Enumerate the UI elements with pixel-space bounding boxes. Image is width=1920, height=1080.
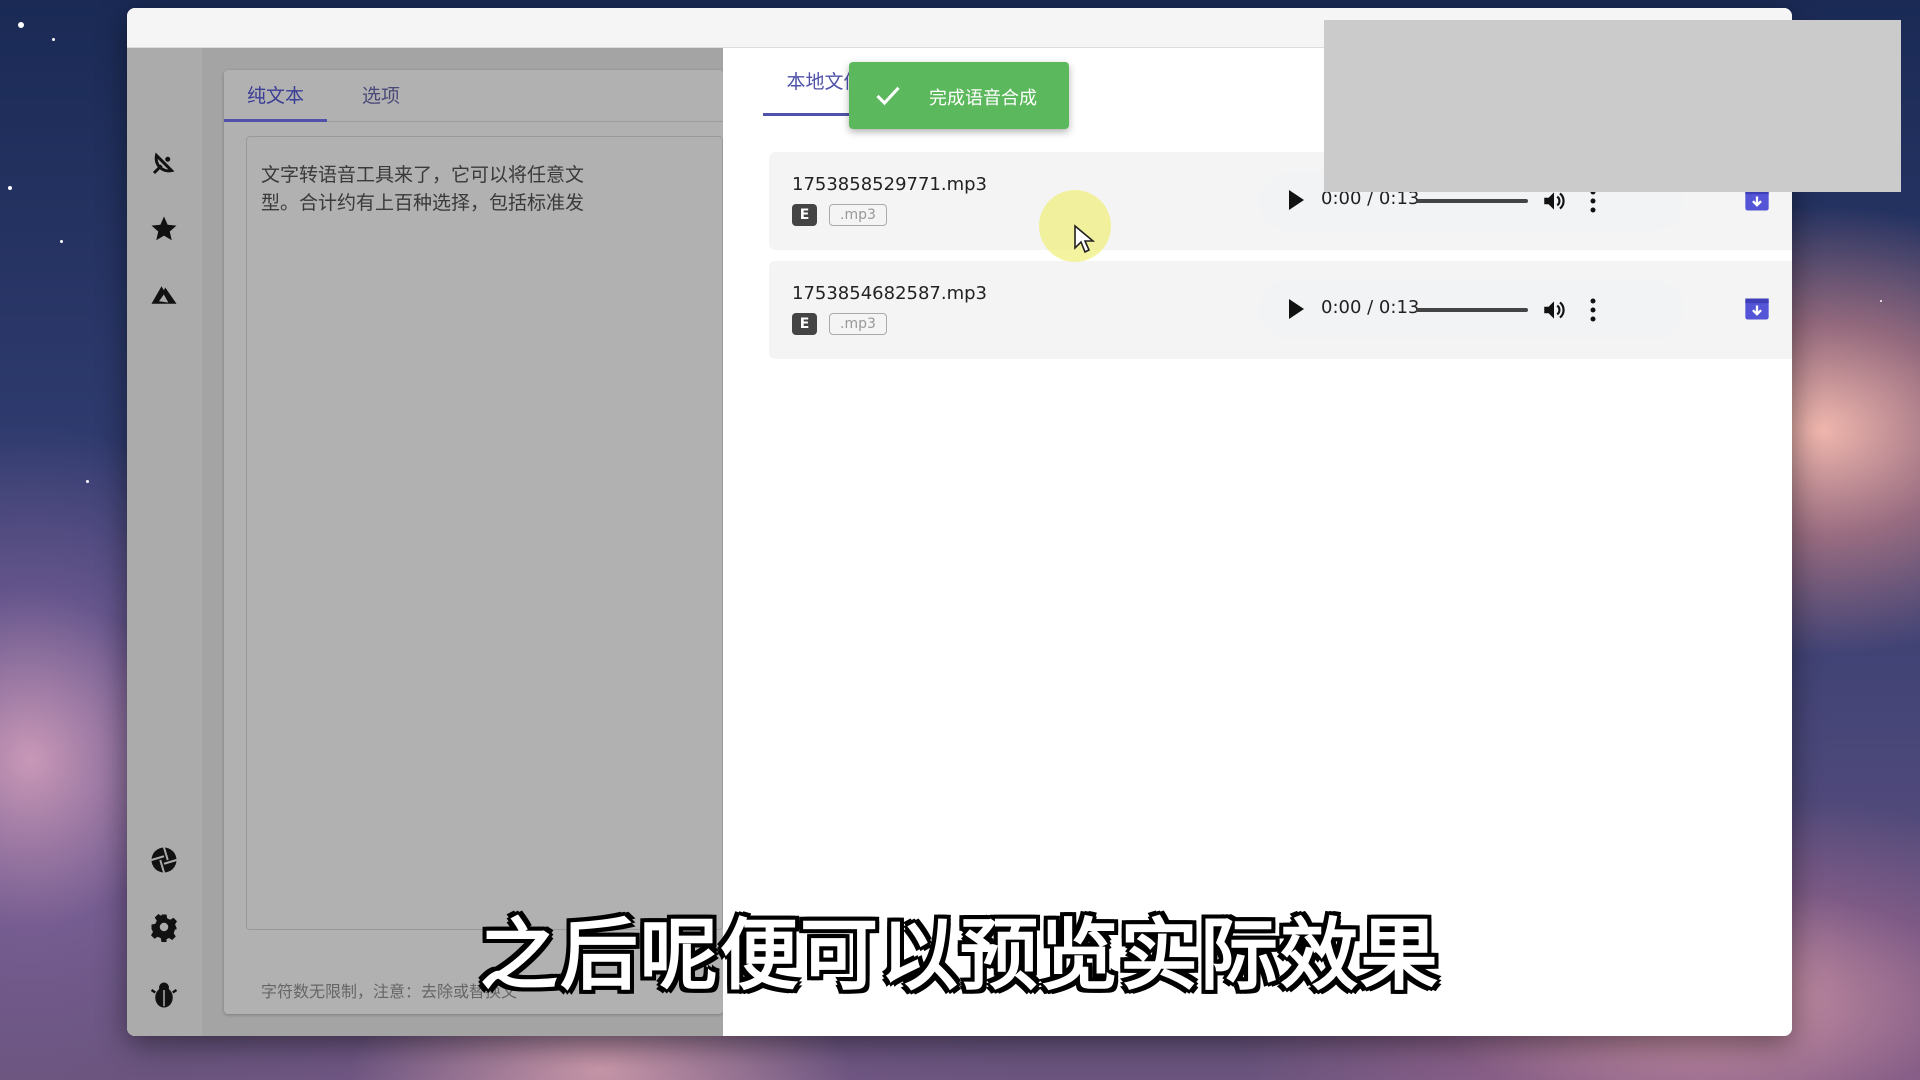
encoding-badge: E [792, 313, 817, 335]
download-icon[interactable] [1743, 295, 1771, 323]
check-icon [876, 86, 900, 106]
aperture-icon[interactable] [147, 843, 181, 877]
success-toast: 完成语音合成 [849, 62, 1069, 129]
star-dot [86, 480, 89, 483]
star-dot [18, 22, 24, 28]
editor-area: 纯文本 选项 文字转语音工具来了，它可以将任意文 型。合计约有上百种选择，包括标… [202, 48, 723, 1036]
satellite-icon[interactable] [147, 146, 181, 180]
file-name: 1753858529771.mp3 [792, 174, 988, 195]
star-dot [8, 186, 12, 190]
file-drawer: 本地文件 远程合成 1753858529771.mp3 E .mp3 0:00 … [723, 48, 1792, 1036]
text-line: 型。合计约有上百种选择，包括标准发 [261, 192, 585, 214]
sidebar [127, 48, 202, 1036]
file-row: 1753854682587.mp3 E .mp3 0:00 / 0:13 [769, 261, 1792, 359]
play-icon[interactable] [1289, 190, 1304, 210]
extension-badge: .mp3 [829, 204, 887, 226]
extension-badge: .mp3 [829, 313, 887, 335]
file-name: 1753854682587.mp3 [792, 283, 988, 304]
star-icon[interactable] [147, 212, 181, 246]
star-dot [1880, 300, 1882, 302]
video-subtitle: 之后呢便可以预览实际效果 [479, 911, 1440, 1001]
tab-plain-text[interactable]: 纯文本 [224, 70, 327, 122]
star-dot [60, 240, 63, 243]
volume-icon[interactable] [1541, 297, 1567, 323]
occlusion-block [1324, 20, 1901, 192]
audio-player: 0:00 / 0:13 [1259, 281, 1684, 339]
encoding-badge: E [792, 204, 817, 226]
more-icon[interactable] [1589, 297, 1597, 323]
play-icon[interactable] [1289, 299, 1304, 319]
toast-message: 完成语音合成 [929, 88, 1037, 109]
azure-icon[interactable] [147, 278, 181, 312]
text-input[interactable]: 文字转语音工具来了，它可以将任意文 型。合计约有上百种选择，包括标准发 [246, 136, 723, 930]
editor-tabs: 纯文本 选项 [224, 70, 723, 122]
seek-slider[interactable] [1416, 308, 1528, 312]
star-dot [52, 38, 55, 41]
mouse-cursor-icon [1074, 224, 1095, 254]
tab-options[interactable]: 选项 [358, 70, 404, 122]
seek-slider[interactable] [1416, 199, 1528, 203]
text-line: 文字转语音工具来了，它可以将任意文 [261, 164, 585, 186]
time-display: 0:00 / 0:13 [1321, 297, 1420, 318]
editor-card: 纯文本 选项 文字转语音工具来了，它可以将任意文 型。合计约有上百种选择，包括标… [224, 70, 723, 1014]
